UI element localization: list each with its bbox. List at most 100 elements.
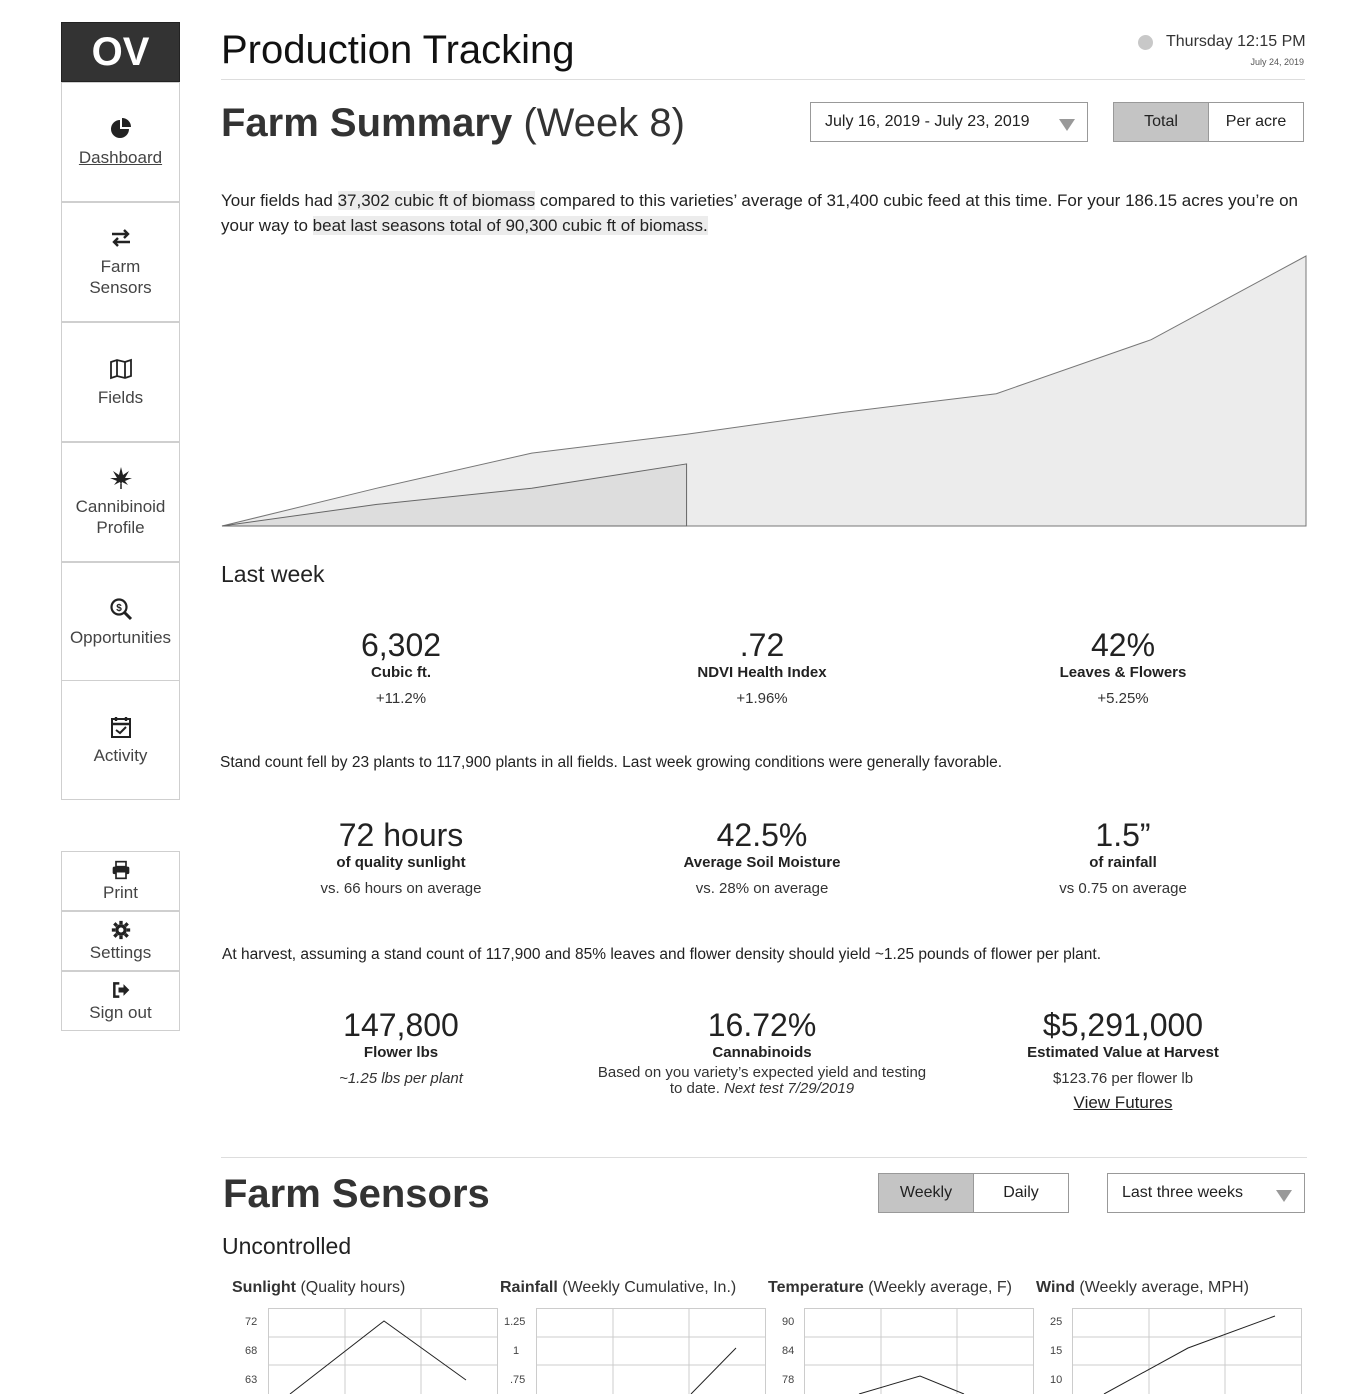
summary-title-main: Farm Summary xyxy=(221,101,513,145)
stat-cannabinoids: 16.72% Cannabinoids Based on you variety… xyxy=(582,1007,942,1097)
sidebar-item-label: Opportunities xyxy=(69,627,172,647)
next-test: Next test 7/29/2019 xyxy=(724,1080,855,1097)
tick-label: .75 xyxy=(510,1374,526,1386)
chart-title-bold: Temperature xyxy=(768,1279,864,1296)
summary-title: Farm Summary (Week 8) xyxy=(221,101,685,146)
tick-label: 90 xyxy=(782,1316,795,1328)
tick-label: 15 xyxy=(1050,1345,1063,1357)
stat-note: Based on you variety’s expected yield an… xyxy=(582,1065,942,1097)
interval-toggle[interactable]: Weekly Daily xyxy=(878,1173,1069,1213)
units-toggle[interactable]: Total Per acre xyxy=(1113,102,1304,142)
stat-value: 42.5% xyxy=(716,817,808,853)
print-label: Print xyxy=(103,882,138,902)
settings-label: Settings xyxy=(89,942,152,962)
stat-label: Cannabinoids xyxy=(712,1044,812,1061)
chart-title-rest: (Weekly average, F) xyxy=(868,1279,1012,1296)
highlight-last-season: beat last seasons total of 90,300 cubic … xyxy=(312,216,708,235)
stat-value: 6,302 xyxy=(360,627,442,663)
stat-compare: vs 0.75 on average xyxy=(1059,880,1187,897)
print-button[interactable]: Print xyxy=(61,851,180,911)
stat-label: Cubic ft. xyxy=(371,664,431,681)
page-title: Production Tracking xyxy=(221,28,575,72)
stat-value: 72 hours xyxy=(338,817,464,853)
search-dollar-icon: $ xyxy=(109,597,132,620)
summary-paragraph: Your fields had 37,302 cubic ft of bioma… xyxy=(221,188,1311,238)
sunlight-mini-chart xyxy=(268,1308,498,1394)
stat-sunlight: 72 hours of quality sunlight vs. 66 hour… xyxy=(221,817,581,897)
uncontrolled-heading: Uncontrolled xyxy=(222,1233,352,1259)
date-range-value: July 16, 2019 - July 23, 2019 xyxy=(825,113,1030,130)
calendar-check-icon xyxy=(110,716,131,738)
stat-label: Average Soil Moisture xyxy=(683,854,841,871)
chart-title-bold: Wind xyxy=(1036,1279,1075,1296)
sidebar-item-fields[interactable]: Fields xyxy=(61,322,180,442)
sidebar-item-dashboard[interactable]: Dashboard xyxy=(61,82,180,202)
tick-label: 63 xyxy=(245,1374,258,1386)
header-divider xyxy=(221,79,1305,80)
toggle-weekly[interactable]: Weekly xyxy=(879,1174,974,1212)
stat-label: NDVI Health Index xyxy=(697,664,827,681)
rainfall-mini-chart xyxy=(536,1308,766,1394)
sidebar-item-label: Farm Sensors xyxy=(89,257,152,297)
tick-label: 78 xyxy=(782,1374,795,1386)
sidebar-item-opportunities[interactable]: $ Opportunities xyxy=(61,562,180,682)
view-futures-link[interactable]: View Futures xyxy=(943,1093,1303,1113)
sign-out-label: Sign out xyxy=(89,1002,152,1022)
stat-value: 147,800 xyxy=(343,1007,459,1043)
tick-label: 84 xyxy=(782,1345,795,1357)
sensor-range-select[interactable]: Last three weeks xyxy=(1107,1173,1305,1213)
sensor-range-value: Last three weeks xyxy=(1122,1184,1243,1201)
stand-count-sentence: Stand count fell by 23 plants to 117,900… xyxy=(220,754,1003,771)
toggle-total[interactable]: Total xyxy=(1114,103,1209,141)
stat-compare: vs. 66 hours on average xyxy=(320,880,482,897)
date-range-select[interactable]: July 16, 2019 - July 23, 2019 xyxy=(810,102,1088,142)
toggle-per-acre[interactable]: Per acre xyxy=(1209,103,1303,141)
chevron-down-icon xyxy=(1059,119,1075,131)
highlight-biomass: 37,302 cubic ft of biomass xyxy=(337,191,536,210)
gear-icon xyxy=(111,920,130,939)
section-divider xyxy=(221,1157,1307,1158)
stat-value: 1.5” xyxy=(1095,817,1151,853)
note-line-2: to date. xyxy=(669,1080,720,1097)
sign-out-button[interactable]: Sign out xyxy=(61,971,180,1031)
harvest-sentence: At harvest, assuming a stand count of 11… xyxy=(222,946,1102,963)
current-date: July 24, 2019 xyxy=(1250,57,1304,67)
para-text-1: Your fields had xyxy=(221,191,333,210)
rainfall-chart-title: Rainfall (Weekly Cumulative, In.) xyxy=(500,1279,736,1297)
stat-label: of quality sunlight xyxy=(336,854,466,871)
sidebar-item-label: Dashboard xyxy=(78,147,163,167)
tick-label: 1.25 xyxy=(504,1316,526,1328)
stat-label: Flower lbs xyxy=(363,1044,439,1061)
stat-label: of rainfall xyxy=(1089,854,1157,871)
sidebar-item-cannibinoid-profile[interactable]: Cannibinoid Profile xyxy=(61,442,180,562)
stat-value: 42% xyxy=(1090,627,1156,663)
stat-cubic-ft: 6,302 Cubic ft. +11.2% xyxy=(221,627,581,707)
stat-value: .72 xyxy=(739,627,785,663)
temperature-mini-chart xyxy=(804,1308,1034,1394)
svg-text:$: $ xyxy=(116,603,122,614)
app-logo[interactable]: OV xyxy=(61,22,180,82)
tick-label: 68 xyxy=(245,1345,258,1357)
stat-label: Leaves & Flowers xyxy=(1059,664,1187,681)
note-line-1: Based on you variety’s expected yield an… xyxy=(597,1064,927,1081)
stat-compare: vs. 28% on average xyxy=(695,880,829,897)
chevron-down-icon xyxy=(1276,1190,1292,1202)
tick-label: 10 xyxy=(1050,1374,1063,1386)
stat-ndvi: .72 NDVI Health Index +1.96% xyxy=(582,627,942,707)
chart-title-bold: Rainfall xyxy=(500,1279,558,1296)
sidebar-item-activity[interactable]: Activity xyxy=(61,680,180,800)
status-indicator xyxy=(1138,35,1153,50)
sidebar-item-farm-sensors[interactable]: Farm Sensors xyxy=(61,202,180,322)
toggle-daily[interactable]: Daily xyxy=(974,1174,1068,1212)
pie-chart-icon xyxy=(110,117,131,138)
sidebar-item-label: Cannibinoid Profile xyxy=(75,497,166,537)
stat-flower-lbs: 147,800 Flower lbs ~1.25 lbs per plant xyxy=(221,1007,581,1087)
chart-title-rest: (Weekly Cumulative, In.) xyxy=(562,1279,737,1296)
settings-button[interactable]: Settings xyxy=(61,911,180,971)
summary-title-week: (Week 8) xyxy=(523,101,685,145)
tick-label: 25 xyxy=(1050,1316,1063,1328)
stat-value: $5,291,000 xyxy=(1042,1007,1204,1043)
stat-change: +5.25% xyxy=(1097,690,1149,707)
chart-title-bold: Sunlight xyxy=(232,1279,296,1296)
stat-leaves-flowers: 42% Leaves & Flowers +5.25% xyxy=(943,627,1303,707)
